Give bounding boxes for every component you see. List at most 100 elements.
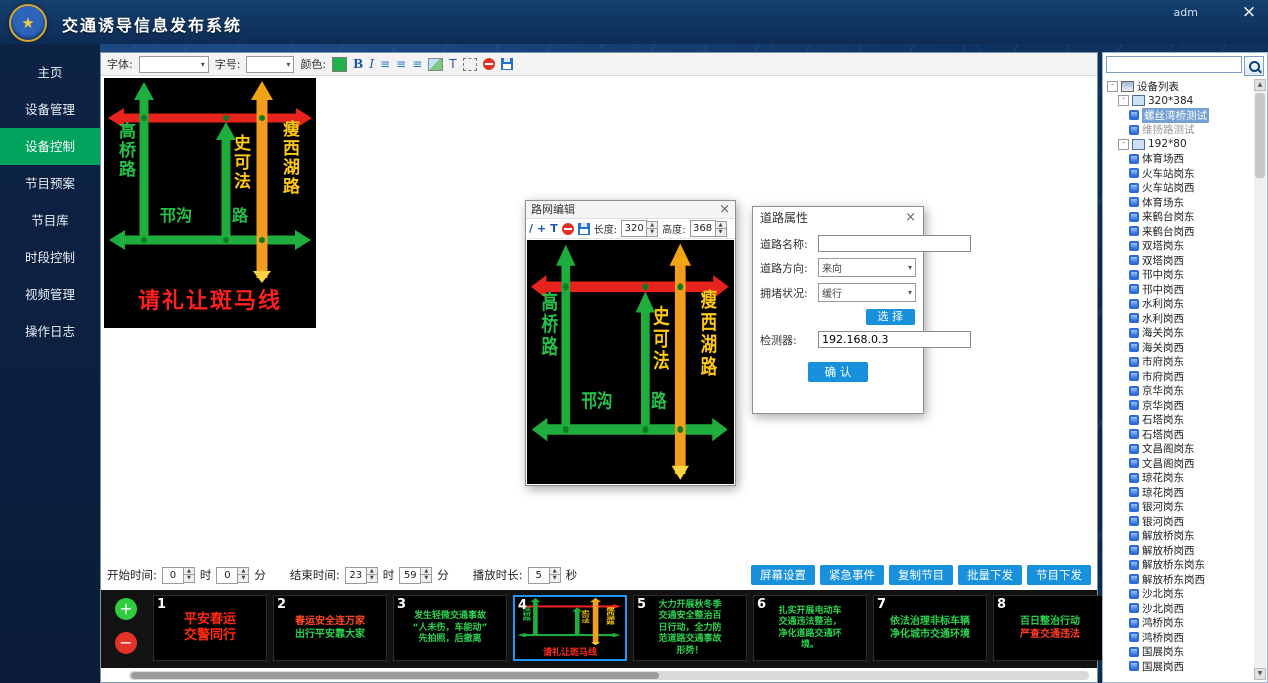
- frame-tool-icon[interactable]: [463, 58, 477, 71]
- sidebar-item-2[interactable]: 设备控制: [0, 128, 100, 165]
- user-label[interactable]: adm: [1174, 6, 1198, 19]
- sidebar-item-3[interactable]: 节目预案: [0, 165, 100, 202]
- scroll-up-icon[interactable]: ▲: [1254, 79, 1266, 91]
- move-tool-icon[interactable]: +: [537, 222, 546, 235]
- tree-node[interactable]: 市府岗东: [1105, 355, 1253, 370]
- sidebar-item-4[interactable]: 节目库: [0, 202, 100, 239]
- tree-node[interactable]: 维扬路测试: [1105, 123, 1253, 138]
- tree-node[interactable]: -320*384: [1105, 94, 1253, 109]
- playlist-item-5[interactable]: 5大力开展秋冬季交通安全整治百日行动，全力防范道路交通事故形势！: [633, 595, 747, 661]
- action-button-1[interactable]: 紧急事件: [820, 565, 884, 585]
- start-hour-stepper[interactable]: 0▲▼: [162, 567, 195, 584]
- tree-node[interactable]: 火车站岗西: [1105, 181, 1253, 196]
- playlist-item-2[interactable]: 2春运安全连万家出行平安靠大家: [273, 595, 387, 661]
- action-button-0[interactable]: 屏幕设置: [751, 565, 815, 585]
- tree-node[interactable]: 体育场东: [1105, 195, 1253, 210]
- tree-node[interactable]: 国展岗西: [1105, 659, 1253, 674]
- tree-node[interactable]: 鸿桥岗东: [1105, 616, 1253, 631]
- tree-node[interactable]: 海关岗东: [1105, 326, 1253, 341]
- tree-scrollbar[interactable]: ▲ ▼: [1254, 79, 1266, 680]
- window-close-icon[interactable]: ×: [1240, 2, 1258, 22]
- tree-node[interactable]: -192*80: [1105, 137, 1253, 152]
- expander-icon[interactable]: -: [1118, 139, 1129, 150]
- tree-node[interactable]: 沙北岗东: [1105, 587, 1253, 602]
- delete-icon[interactable]: [483, 58, 495, 70]
- roadprop-dialog-titlebar[interactable]: 道路属性 ×: [753, 207, 923, 229]
- tree-node[interactable]: 京华岗西: [1105, 398, 1253, 413]
- sign-preview[interactable]: 高桥路 史可法 瘦西湖路 邗沟 路 请礼让斑马线: [104, 78, 316, 328]
- tree-node[interactable]: 螺丝湾桥测试: [1105, 108, 1253, 123]
- action-button-2[interactable]: 复制节目: [889, 565, 953, 585]
- tree-node[interactable]: 水利岗东: [1105, 297, 1253, 312]
- line-tool-icon[interactable]: /: [529, 222, 533, 235]
- font-select[interactable]: ▾: [139, 56, 209, 73]
- insert-image-icon[interactable]: [428, 58, 443, 71]
- tree-node[interactable]: 石塔岗东: [1105, 413, 1253, 428]
- detector-input[interactable]: [818, 331, 971, 348]
- scrollbar-thumb[interactable]: [1255, 93, 1265, 178]
- tree-node[interactable]: 来鹤台岗东: [1105, 210, 1253, 225]
- tree-node[interactable]: 琼花岗西: [1105, 485, 1253, 500]
- roadnet-canvas[interactable]: 高桥路 史可法 瘦西湖路 邗沟 路: [527, 240, 734, 484]
- playlist-item-1[interactable]: 1平安春运交警同行: [153, 595, 267, 661]
- playlist-item-3[interactable]: 3发生轻微交通事故“人未伤，车能动”先拍照，后撤离: [393, 595, 507, 661]
- add-program-button[interactable]: +: [115, 598, 137, 620]
- playlist-item-7[interactable]: 7依法治理非标车辆净化城市交通环境: [873, 595, 987, 661]
- playlist-item-6[interactable]: 6扎实开展电动车交通违法整治，净化道路交通环境。: [753, 595, 867, 661]
- search-input[interactable]: [1106, 56, 1242, 73]
- tree-node[interactable]: 体育场西: [1105, 152, 1253, 167]
- expander-icon[interactable]: -: [1107, 81, 1118, 92]
- tree-node[interactable]: 邗中岗东: [1105, 268, 1253, 283]
- tree-node[interactable]: -设备列表: [1105, 79, 1253, 94]
- save-icon[interactable]: [501, 58, 513, 70]
- tree-node[interactable]: 解放桥东岗西: [1105, 572, 1253, 587]
- tree-node[interactable]: 双塔岗东: [1105, 239, 1253, 254]
- color-swatch[interactable]: [332, 57, 347, 72]
- congestion-select[interactable]: 缓行▾: [818, 283, 916, 302]
- close-icon[interactable]: ×: [719, 201, 730, 218]
- action-button-4[interactable]: 节目下发: [1027, 565, 1091, 585]
- tree-node[interactable]: 市府岗西: [1105, 369, 1253, 384]
- height-stepper[interactable]: 368▲▼: [690, 220, 727, 237]
- align-left-icon[interactable]: ≡: [380, 57, 390, 71]
- tree-node[interactable]: 火车站岗东: [1105, 166, 1253, 181]
- scroll-down-icon[interactable]: ▼: [1254, 668, 1266, 680]
- expander-icon[interactable]: -: [1118, 95, 1129, 106]
- tree-node[interactable]: 海关岗西: [1105, 340, 1253, 355]
- road-name-input[interactable]: [818, 235, 971, 252]
- tree-node[interactable]: 文昌阁岗东: [1105, 442, 1253, 457]
- size-select[interactable]: ▾: [246, 56, 294, 73]
- tree-node[interactable]: 国展岗东: [1105, 645, 1253, 660]
- road-direction-select[interactable]: 来向▾: [818, 258, 916, 277]
- align-right-icon[interactable]: ≡: [412, 57, 422, 71]
- sidebar-item-6[interactable]: 视频管理: [0, 276, 100, 313]
- sidebar-item-7[interactable]: 操作日志: [0, 313, 100, 350]
- action-button-3[interactable]: 批量下发: [958, 565, 1022, 585]
- scrollbar-thumb[interactable]: [131, 672, 659, 679]
- sidebar-item-0[interactable]: 主页: [0, 54, 100, 91]
- playlist-item-8[interactable]: 8百日整治行动严查交通违法: [993, 595, 1107, 661]
- tree-node[interactable]: 银河岗西: [1105, 514, 1253, 529]
- remove-program-button[interactable]: −: [115, 632, 137, 654]
- align-center-icon[interactable]: ≡: [396, 57, 406, 71]
- tree-node[interactable]: 文昌阁岗西: [1105, 456, 1253, 471]
- tree-node[interactable]: 京华岗东: [1105, 384, 1253, 399]
- length-stepper[interactable]: 320▲▼: [621, 220, 658, 237]
- tree-node[interactable]: 银河岗东: [1105, 500, 1253, 515]
- tree-node[interactable]: 来鹤台岗西: [1105, 224, 1253, 239]
- tree-node[interactable]: 琼花岗东: [1105, 471, 1253, 486]
- tree-node[interactable]: 水利岗西: [1105, 311, 1253, 326]
- roadnet-dialog-titlebar[interactable]: 路网编辑 ×: [526, 201, 735, 219]
- end-hour-stepper[interactable]: 23▲▼: [345, 567, 378, 584]
- text-tool-icon[interactable]: T: [449, 57, 456, 71]
- tree-node[interactable]: 鸿桥岗西: [1105, 630, 1253, 645]
- italic-button[interactable]: I: [369, 57, 374, 71]
- horizontal-scrollbar[interactable]: [129, 671, 1089, 680]
- bold-button[interactable]: B: [353, 57, 363, 71]
- sidebar-item-1[interactable]: 设备管理: [0, 91, 100, 128]
- tree-node[interactable]: 沙北岗西: [1105, 601, 1253, 616]
- text-tool-icon[interactable]: T: [550, 222, 558, 235]
- save-icon[interactable]: [578, 223, 590, 235]
- tree-node[interactable]: 邗中岗西: [1105, 282, 1253, 297]
- start-minute-stepper[interactable]: 0▲▼: [216, 567, 249, 584]
